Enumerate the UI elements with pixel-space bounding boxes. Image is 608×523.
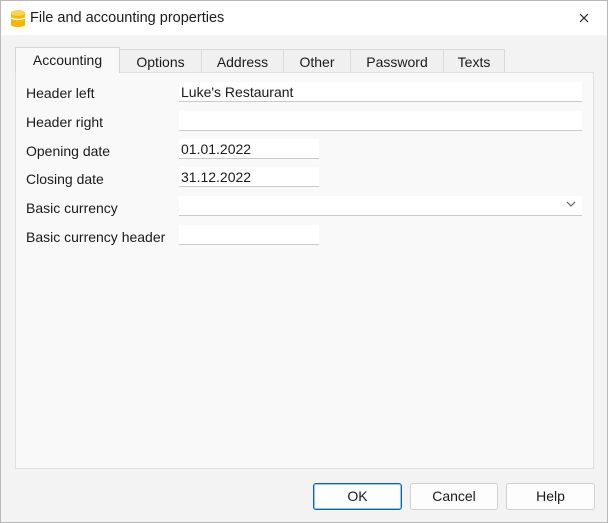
help-button[interactable]: Help [506,483,595,510]
header-left-label: Header left [26,85,95,101]
basic-currency-select[interactable] [179,196,582,216]
header-left-input[interactable] [179,82,582,102]
header-right-label: Header right [26,114,104,130]
ok-button[interactable]: OK [313,483,402,510]
title-bar: File and accounting properties [1,1,607,35]
window-title: File and accounting properties [30,10,225,26]
opening-date-input[interactable] [179,139,319,159]
tab-accounting[interactable]: Accounting [15,47,120,73]
header-right-input[interactable] [179,111,582,131]
cancel-button[interactable]: Cancel [410,483,498,510]
basic-currency-header-input[interactable] [179,225,319,245]
opening-date-label: Opening date [26,143,111,159]
tab-password[interactable]: Password [350,49,444,72]
closing-date-input[interactable] [179,167,319,187]
tab-address[interactable]: Address [201,49,284,72]
dialog-window: File and accounting properties Accountin… [0,0,608,523]
database-icon [10,10,26,27]
basic-currency-label: Basic currency [26,200,118,216]
closing-date-label: Closing date [26,171,104,187]
tab-panel-accounting [15,72,594,469]
close-icon [579,13,589,23]
chevron-down-icon [566,201,576,207]
tab-options[interactable]: Options [119,49,202,72]
basic-currency-header-label: Basic currency header [26,229,166,245]
close-button[interactable] [561,1,607,35]
tab-texts[interactable]: Texts [443,49,505,72]
tab-other[interactable]: Other [283,49,351,72]
